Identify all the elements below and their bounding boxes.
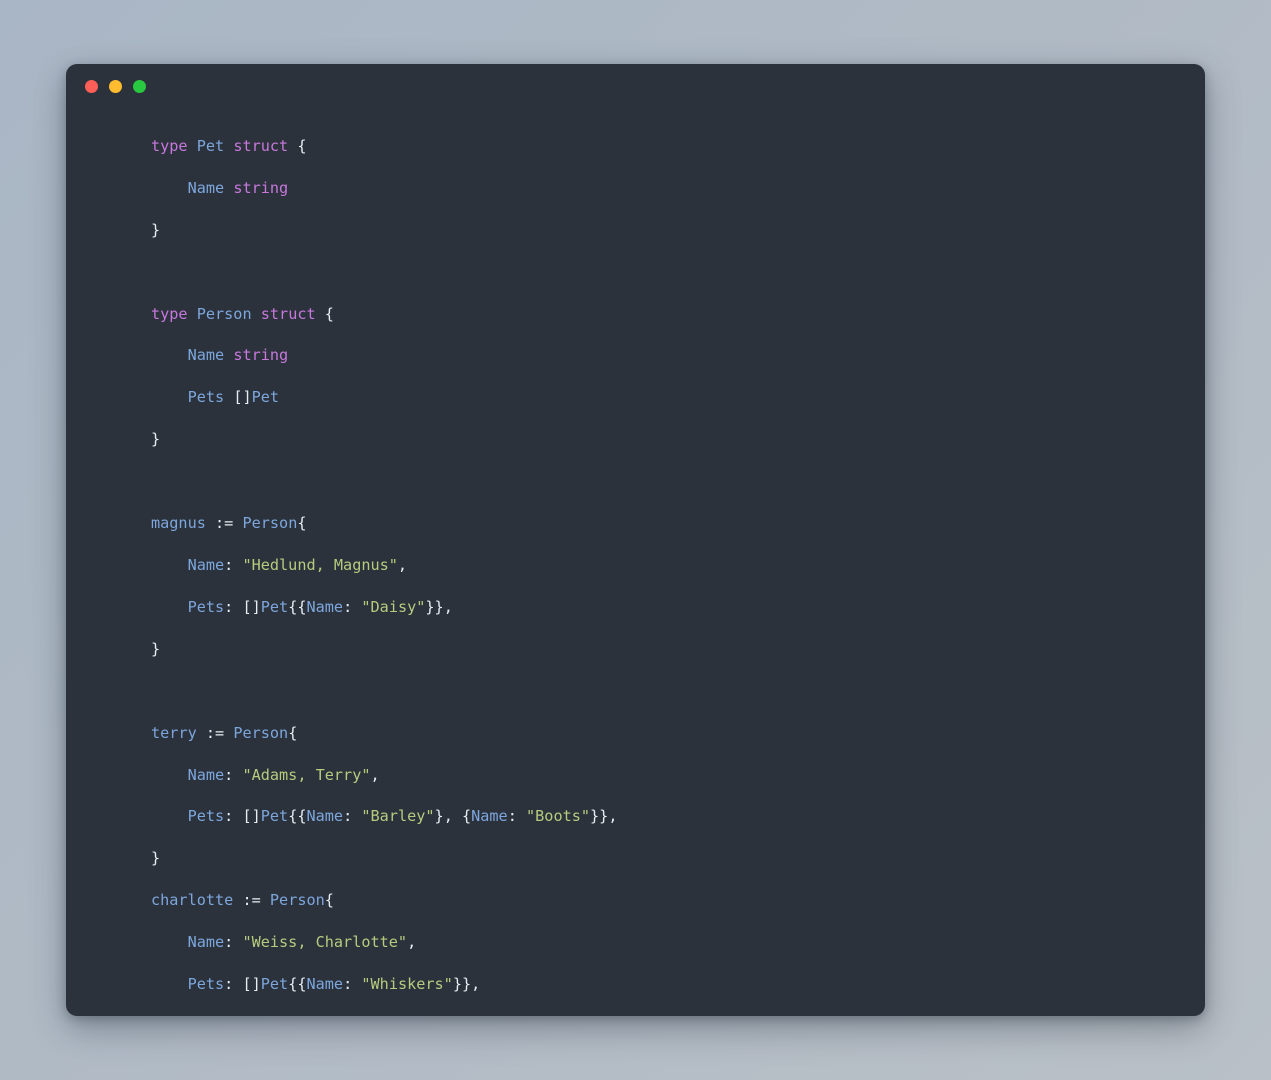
code-line: }: [151, 639, 161, 658]
code-line: Name: "Weiss, Charlotte",: [187, 933, 417, 952]
code-line: charlotte := Person{: [151, 891, 334, 910]
code-line: Name: "Hedlund, Magnus",: [187, 556, 408, 575]
code-line: Name: "Adams, Terry",: [187, 765, 380, 784]
maximize-window-button[interactable]: [133, 79, 146, 93]
code-line: }: [151, 849, 161, 868]
close-window-button[interactable]: [85, 79, 98, 93]
screenshot-stage: type Pet struct { Name string } type Per…: [0, 0, 1271, 1080]
minimize-window-button[interactable]: [109, 79, 122, 93]
code-block[interactable]: type Pet struct { Name string } type Per…: [66, 108, 1205, 1016]
code-line: type Pet struct {: [151, 136, 307, 155]
window-titlebar[interactable]: [66, 64, 1205, 108]
code-line: Pets: []Pet{{Name: "Barley"}, {Name: "Bo…: [187, 807, 618, 826]
code-line: type Person struct {: [151, 304, 334, 323]
code-window: type Pet struct { Name string } type Per…: [66, 64, 1205, 1016]
code-line: Name string: [187, 346, 289, 365]
code-line: Pets: []Pet{{Name: "Whiskers"}},: [187, 975, 481, 994]
code-line: }: [151, 220, 161, 239]
code-line: magnus := Person{: [151, 514, 307, 533]
code-line: terry := Person{: [151, 723, 298, 742]
code-line: }: [151, 430, 161, 449]
code-line: Pets []Pet: [187, 388, 280, 407]
code-line: Name string: [187, 178, 289, 197]
code-line: Pets: []Pet{{Name: "Daisy"}},: [187, 597, 453, 616]
